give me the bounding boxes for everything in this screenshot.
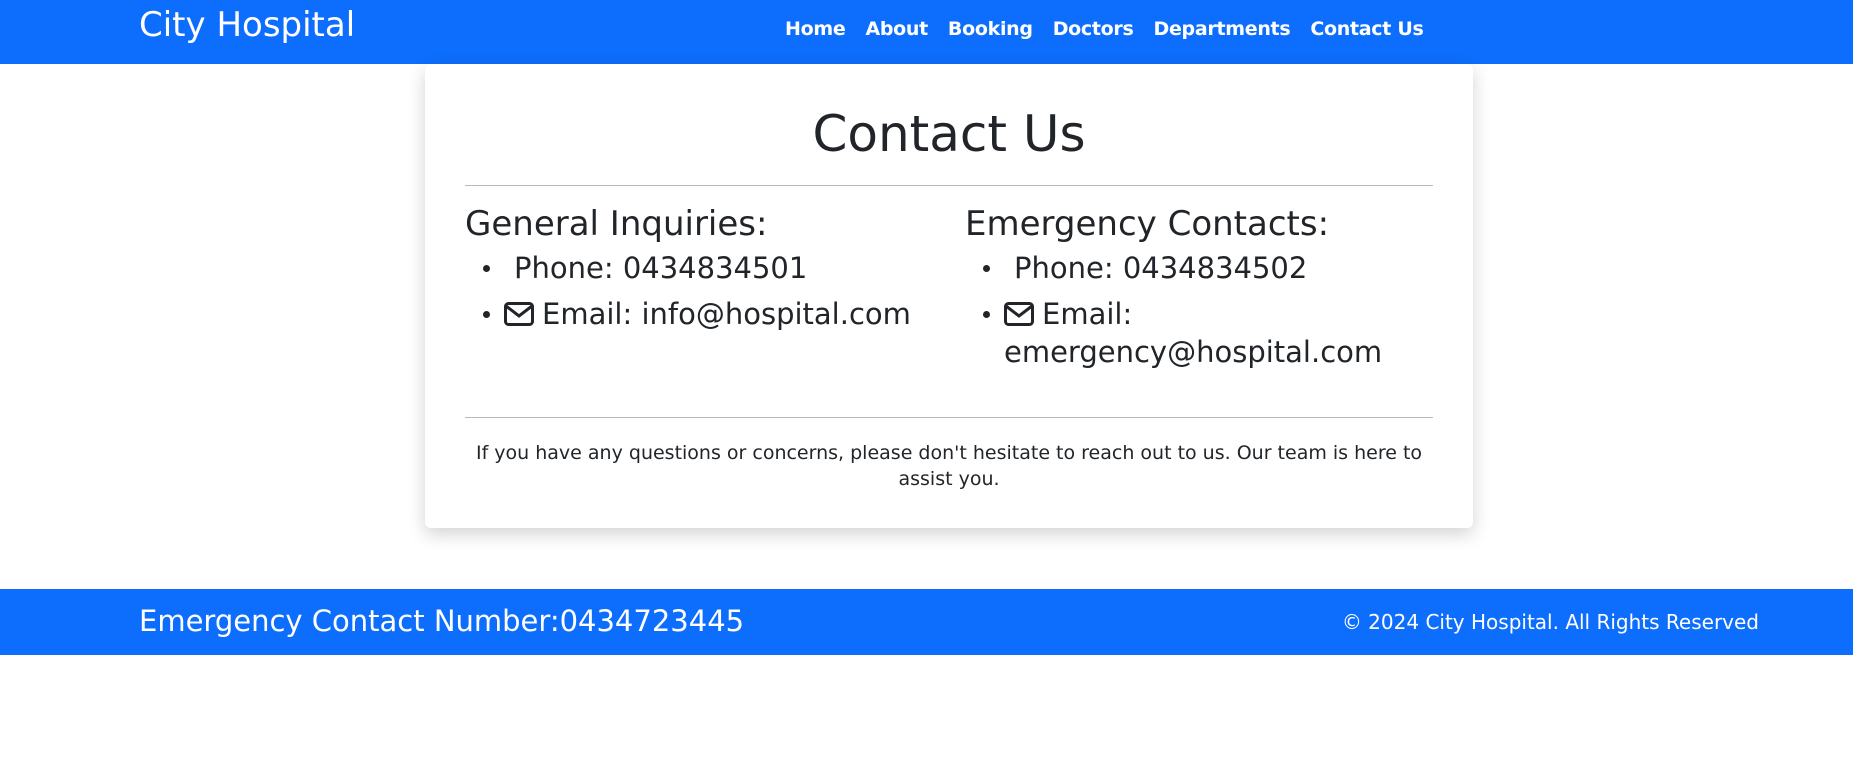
bullet-icon — [983, 311, 990, 318]
general-inquiries-section: General Inquiries: Phone: 0434834501 Ema… — [465, 204, 945, 344]
nav-link-departments[interactable]: Departments — [1154, 18, 1291, 40]
nav-link-about[interactable]: About — [865, 18, 928, 40]
emergency-contacts-list: Phone: 0434834502 Email: emergency@hospi… — [965, 250, 1445, 370]
envelope-icon — [1004, 298, 1034, 334]
emergency-contacts-section: Emergency Contacts: Phone: 0434834502 Em… — [965, 204, 1445, 380]
nav-item-contact: Contact Us — [1310, 17, 1423, 41]
page-title: Contact Us — [812, 105, 1086, 163]
brand-logo[interactable]: City Hospital — [139, 5, 355, 45]
navbar: City Hospital Home About Booking Doctors… — [0, 0, 1853, 64]
envelope-icon — [504, 298, 534, 334]
emergency-email-text[interactable]: emergency@hospital.com — [1004, 335, 1382, 369]
emergency-email-label: Email: — [1042, 297, 1133, 331]
general-phone-item: Phone: 0434834501 — [465, 250, 945, 286]
contact-note: If you have any questions or concerns, p… — [475, 442, 1423, 490]
contact-card: Contact Us General Inquiries: Phone: 043… — [425, 64, 1473, 528]
emergency-phone-text[interactable]: Phone: 0434834502 — [1014, 251, 1307, 285]
nav-links: Home About Booking Doctors Departments C… — [785, 17, 1424, 41]
bullet-icon — [483, 265, 490, 272]
general-inquiries-list: Phone: 0434834501 Email: info@hospital.c… — [465, 250, 945, 334]
divider-bottom — [465, 417, 1433, 418]
nav-link-home[interactable]: Home — [785, 18, 846, 40]
footer: Emergency Contact Number:0434723445 © 20… — [0, 589, 1853, 655]
nav-item-doctors: Doctors — [1053, 17, 1134, 41]
divider-top — [465, 185, 1433, 186]
nav-link-booking[interactable]: Booking — [948, 18, 1033, 40]
footer-copyright: © 2024 City Hospital. All Rights Reserve… — [1341, 610, 1759, 634]
nav-item-about: About — [865, 17, 928, 41]
general-phone-text[interactable]: Phone: 0434834501 — [514, 251, 807, 285]
footer-emergency-number: Emergency Contact Number:0434723445 — [139, 604, 745, 638]
nav-link-doctors[interactable]: Doctors — [1053, 18, 1134, 40]
bullet-icon — [983, 265, 990, 272]
nav-link-contact-us[interactable]: Contact Us — [1310, 18, 1423, 40]
emergency-email-item: Email: emergency@hospital.com — [965, 296, 1445, 370]
general-email-item: Email: info@hospital.com — [465, 296, 945, 334]
general-email-text[interactable]: Email: info@hospital.com — [542, 297, 911, 331]
general-inquiries-heading: General Inquiries: — [465, 204, 768, 244]
bullet-icon — [483, 311, 490, 318]
emergency-contacts-heading: Emergency Contacts: — [965, 204, 1330, 244]
nav-item-booking: Booking — [948, 17, 1033, 41]
emergency-phone-item: Phone: 0434834502 — [965, 250, 1445, 286]
nav-item-home: Home — [785, 17, 846, 41]
nav-item-departments: Departments — [1154, 17, 1291, 41]
